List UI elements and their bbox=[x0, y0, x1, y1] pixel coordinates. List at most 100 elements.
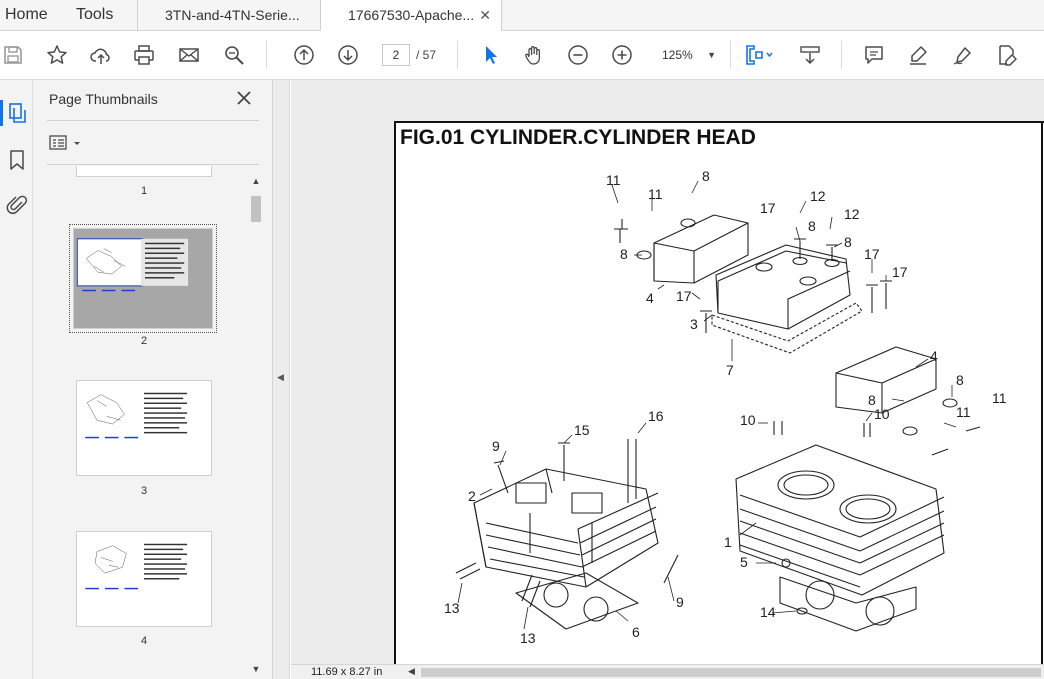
scroll-left-icon[interactable]: ◀ bbox=[408, 666, 415, 677]
page-title: FIG.01 CYLINDER.CYLINDER HEAD bbox=[400, 126, 756, 149]
callout-label: 10 bbox=[874, 406, 890, 422]
document-view[interactable]: FIG.01 CYLINDER.CYLINDER HEAD 11 11 8 12… bbox=[291, 80, 1044, 664]
page-count: / 57 bbox=[416, 48, 437, 62]
page-thumbnails-panel: Page Thumbnails 1 2 3 4 ▲ ▼ bbox=[33, 80, 273, 679]
thumbnail-page-number: 4 bbox=[140, 635, 148, 647]
main-toolbar: 2 / 57 125% ▼ bbox=[0, 31, 1044, 80]
save-icon[interactable] bbox=[0, 42, 26, 68]
toolbar-separator bbox=[841, 41, 842, 69]
menu-home[interactable]: Home bbox=[5, 0, 48, 30]
zoom-level-value: 125% bbox=[662, 48, 693, 62]
callout-label: 13 bbox=[444, 600, 460, 616]
thumbnail-scrollbar[interactable]: ▲ ▼ bbox=[248, 172, 264, 678]
document-tab-2[interactable]: 17667530-Apache... ✕ bbox=[320, 0, 502, 31]
close-icon[interactable] bbox=[234, 88, 254, 108]
highlight-icon[interactable] bbox=[905, 42, 931, 68]
callout-label: 2 bbox=[468, 488, 476, 504]
thumbnail-options-menu[interactable] bbox=[49, 134, 87, 152]
page-thumbnail-4[interactable] bbox=[76, 531, 212, 627]
callout-label: 9 bbox=[676, 594, 684, 610]
thumbnail-page-number: 1 bbox=[140, 185, 148, 197]
callout-label: 17 bbox=[760, 200, 776, 216]
hand-tool-icon[interactable] bbox=[521, 42, 547, 68]
callout-label: 5 bbox=[740, 554, 748, 570]
panel-splitter[interactable]: ◀ bbox=[273, 80, 290, 679]
page-thumbnail-1[interactable] bbox=[76, 166, 212, 177]
close-tab-icon[interactable]: ✕ bbox=[479, 0, 491, 30]
leader-lines bbox=[457, 180, 957, 630]
horizontal-scrollbar-thumb[interactable] bbox=[421, 668, 1041, 677]
callout-label: 6 bbox=[632, 624, 640, 640]
scroll-mode-icon[interactable] bbox=[797, 42, 823, 68]
callout-label: 11 bbox=[606, 172, 621, 188]
bookmarks-icon[interactable] bbox=[0, 145, 33, 175]
email-icon[interactable] bbox=[176, 42, 202, 68]
exploded-parts-diagram: 11 11 8 12 17 8 12 8 8 17 17 17 4 3 4 7 bbox=[444, 168, 1007, 646]
callout-label: 15 bbox=[574, 422, 590, 438]
document-tab-title: 3TN-and-4TN-Serie... bbox=[165, 7, 300, 23]
callout-label: 13 bbox=[520, 630, 536, 646]
callout-label: 4 bbox=[930, 348, 938, 364]
collapse-panel-icon[interactable]: ◀ bbox=[277, 372, 284, 383]
next-page-icon[interactable] bbox=[335, 42, 361, 68]
callout-label: 16 bbox=[648, 408, 664, 424]
fit-page-icon[interactable] bbox=[740, 42, 776, 68]
chevron-down-icon: ▼ bbox=[707, 50, 716, 60]
divider bbox=[47, 120, 259, 121]
callout-label: 17 bbox=[864, 246, 880, 262]
page-number-input[interactable]: 2 bbox=[382, 44, 410, 66]
diagram-callouts: 11 11 8 12 17 8 12 8 8 17 17 17 4 3 4 7 bbox=[444, 168, 1007, 646]
thumbnail-page-number: 2 bbox=[140, 335, 148, 347]
search-zoom-icon[interactable] bbox=[221, 42, 247, 68]
document-tab-title: 17667530-Apache... bbox=[348, 7, 475, 23]
select-cursor-icon[interactable] bbox=[478, 42, 504, 68]
callout-label: 12 bbox=[844, 206, 860, 222]
edit-pdf-icon[interactable] bbox=[994, 42, 1020, 68]
thumbnail-preview bbox=[76, 238, 189, 292]
page-thumbnail-3[interactable] bbox=[76, 380, 212, 476]
divider bbox=[47, 164, 259, 165]
callout-label: 4 bbox=[646, 290, 654, 306]
page-thumbnails-icon[interactable] bbox=[0, 98, 33, 128]
zoom-level-dropdown[interactable]: 125% ▼ bbox=[656, 44, 722, 66]
thumbnail-preview bbox=[85, 543, 188, 590]
callout-label: 11 bbox=[956, 404, 971, 420]
attachments-icon[interactable] bbox=[0, 190, 33, 220]
callout-label: 14 bbox=[760, 604, 776, 620]
comment-icon[interactable] bbox=[861, 42, 887, 68]
page-size-label: 11.69 x 8.27 in bbox=[311, 666, 383, 678]
callout-label: 10 bbox=[740, 412, 756, 428]
callout-label: 8 bbox=[808, 218, 816, 234]
thumbnail-page-number: 3 bbox=[140, 485, 148, 497]
callout-label: 17 bbox=[892, 264, 908, 280]
callout-label: 17 bbox=[676, 288, 692, 304]
thumbnail-preview bbox=[85, 392, 188, 439]
acrobat-window: Home Tools 3TN-and-4TN-Serie... 17667530… bbox=[0, 0, 1044, 679]
callout-label: 1 bbox=[724, 534, 732, 550]
document-tab-1[interactable]: 3TN-and-4TN-Serie... bbox=[137, 0, 321, 31]
page-thumbnail-2[interactable] bbox=[69, 224, 217, 333]
tab-bar: Home Tools 3TN-and-4TN-Serie... 17667530… bbox=[0, 0, 1044, 31]
scrollbar-thumb[interactable] bbox=[251, 196, 261, 222]
print-icon[interactable] bbox=[131, 42, 157, 68]
callout-label: 9 bbox=[492, 438, 500, 454]
page-border bbox=[1041, 123, 1043, 664]
bookmark-star-icon[interactable] bbox=[44, 42, 70, 68]
sign-icon[interactable] bbox=[950, 42, 976, 68]
callout-label: 11 bbox=[648, 186, 663, 202]
zoom-out-icon[interactable] bbox=[565, 42, 591, 68]
scroll-up-icon[interactable]: ▲ bbox=[251, 176, 261, 186]
panel-title: Page Thumbnails bbox=[49, 91, 158, 107]
toolbar-separator bbox=[266, 41, 267, 69]
scroll-down-icon[interactable]: ▼ bbox=[251, 664, 261, 674]
cloud-upload-icon[interactable] bbox=[88, 42, 114, 68]
menu-tools[interactable]: Tools bbox=[76, 0, 113, 30]
pdf-page: FIG.01 CYLINDER.CYLINDER HEAD 11 11 8 12… bbox=[394, 121, 1044, 664]
callout-label: 12 bbox=[810, 188, 826, 204]
zoom-in-icon[interactable] bbox=[609, 42, 635, 68]
callout-label: 8 bbox=[956, 372, 964, 388]
callout-label: 8 bbox=[620, 246, 628, 262]
toolbar-separator bbox=[457, 41, 458, 69]
prev-page-icon[interactable] bbox=[291, 42, 317, 68]
callout-label: 7 bbox=[726, 362, 734, 378]
